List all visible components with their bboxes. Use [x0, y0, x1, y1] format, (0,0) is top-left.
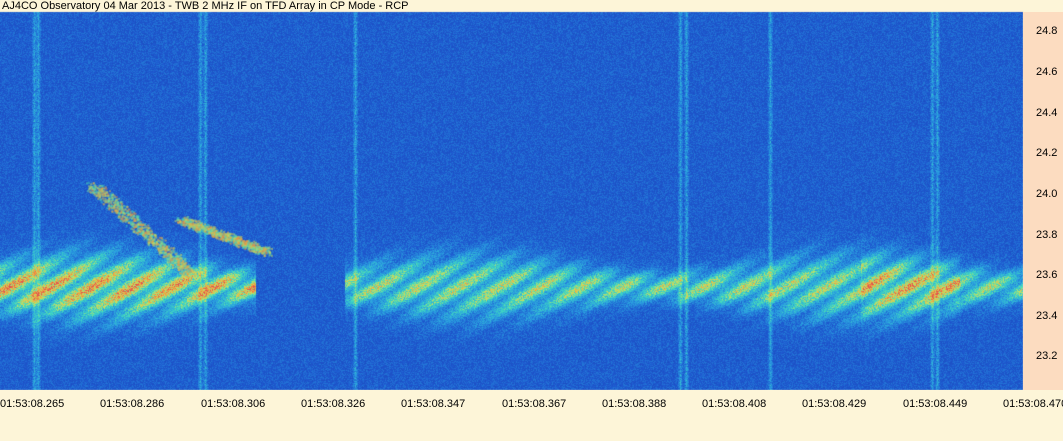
spectrogram-plot	[0, 0, 1063, 441]
y-tick-label: 24.2	[1036, 147, 1058, 160]
x-tick-label: 01:53:08.388	[602, 398, 667, 410]
spectrogram-figure: AJ4CO Observatory 04 Mar 2013 - TWB 2 MH…	[0, 0, 1063, 441]
x-tick-label: 01:53:08.449	[903, 398, 968, 410]
x-tick-label: 01:53:08.286	[100, 398, 165, 410]
x-tick-label: 01:53:08.306	[201, 398, 266, 410]
y-tick-label: 24.4	[1036, 106, 1058, 119]
x-tick-label: 01:53:08.265	[0, 398, 65, 410]
y-tick-label: 23.2	[1036, 350, 1058, 363]
y-tick-label: 24.0	[1036, 187, 1058, 200]
y-tick-label: 23.8	[1036, 228, 1058, 241]
y-tick-label: 24.6	[1036, 65, 1058, 78]
chart-title: AJ4CO Observatory 04 Mar 2013 - TWB 2 MH…	[2, 0, 409, 12]
x-tick-label: 01:53:08.347	[401, 398, 466, 410]
y-tick-label: 23.4	[1036, 309, 1058, 322]
y-tick-label: 23.6	[1036, 269, 1058, 282]
y-tick-label: 24.8	[1036, 25, 1058, 38]
x-tick-label: 01:53:08.429	[802, 398, 867, 410]
x-tick-label: 01:53:08.408	[702, 398, 767, 410]
x-tick-label: 01:53:08.470	[1003, 398, 1063, 410]
x-tick-label: 01:53:08.367	[502, 398, 567, 410]
x-tick-label: 01:53:08.326	[301, 398, 366, 410]
